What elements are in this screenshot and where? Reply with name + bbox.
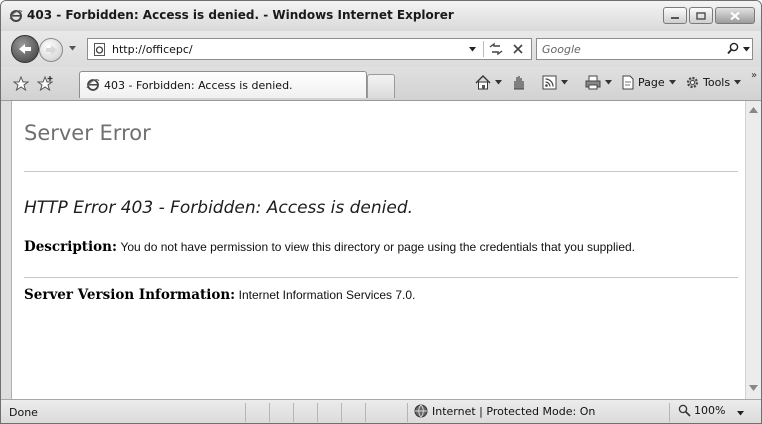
- status-separator: [669, 403, 670, 422]
- scroll-down-icon[interactable]: [749, 385, 758, 391]
- tab-row: 403 - Forbidden: Access is denied. Page …: [1, 67, 761, 101]
- vertical-scrollbar[interactable]: [745, 101, 761, 399]
- status-separator: [341, 403, 342, 422]
- tools-menu-button[interactable]: Tools: [685, 75, 742, 90]
- window-title: 403 - Forbidden: Access is denied. - Win…: [27, 8, 454, 22]
- description-text: You do not have permission to view this …: [120, 240, 635, 254]
- version-text: Internet Information Services 7.0.: [238, 288, 416, 302]
- globe-icon: [414, 404, 428, 418]
- zoom-control[interactable]: 100%: [678, 404, 725, 417]
- address-row: [1, 31, 761, 67]
- minimize-button[interactable]: [663, 7, 687, 24]
- status-separator: [317, 403, 318, 422]
- error-title: HTTP Error 403 - Forbidden: Access is de…: [24, 198, 414, 218]
- page-icon: [94, 43, 105, 56]
- tab-label: 403 - Forbidden: Access is denied.: [104, 79, 293, 92]
- home-icon: [475, 75, 491, 90]
- recent-pages-dropdown-icon[interactable]: [69, 46, 76, 51]
- refresh-icon[interactable]: [488, 42, 504, 56]
- version-label: Server Version Information:: [24, 287, 236, 303]
- print-icon: [585, 75, 601, 90]
- description-label: Description:: [24, 239, 117, 255]
- caption-buttons: [663, 7, 755, 24]
- page-content: Server Error HTTP Error 403 - Forbidden:…: [12, 101, 744, 399]
- address-input[interactable]: [112, 41, 452, 57]
- ie-logo-icon: [9, 10, 23, 22]
- security-zone-label: Internet | Protected Mode: On: [432, 404, 596, 418]
- feeds-dropdown-icon[interactable]: [561, 80, 568, 85]
- divider: [24, 171, 738, 172]
- more-commands-chevron[interactable]: »: [751, 70, 757, 81]
- magnifier-icon: [678, 404, 691, 417]
- tab-current[interactable]: 403 - Forbidden: Access is denied.: [79, 71, 367, 98]
- maximize-button[interactable]: [689, 7, 713, 24]
- feeds-icon: [542, 75, 557, 90]
- scroll-up-icon[interactable]: [749, 107, 758, 113]
- browser-window: 403 - Forbidden: Access is denied. - Win…: [0, 0, 762, 424]
- version-line: Server Version Information: Internet Inf…: [24, 287, 415, 303]
- stop-icon[interactable]: [512, 43, 524, 55]
- back-button[interactable]: [11, 35, 39, 63]
- tools-menu-label: Tools: [703, 76, 731, 89]
- home-dropdown-icon[interactable]: [495, 80, 502, 85]
- security-zone[interactable]: Internet | Protected Mode: On: [414, 404, 595, 418]
- add-favorites-icon[interactable]: [37, 76, 54, 91]
- status-separator: [293, 403, 294, 422]
- status-separator: [407, 403, 408, 422]
- close-button[interactable]: [715, 7, 755, 24]
- address-dropdown-icon[interactable]: [469, 47, 476, 52]
- divider: [24, 277, 738, 278]
- new-tab-button[interactable]: [367, 74, 395, 98]
- search-box[interactable]: [536, 38, 753, 60]
- search-icon[interactable]: [727, 42, 739, 55]
- page-icon: [622, 75, 634, 90]
- description-line: Description: You do not have permission …: [24, 239, 635, 255]
- page-dropdown-icon: [668, 80, 676, 85]
- page-menu-button[interactable]: Page: [621, 75, 676, 90]
- feeds-button[interactable]: [542, 75, 568, 90]
- search-input[interactable]: [542, 41, 712, 57]
- ie-page-icon: [86, 79, 100, 91]
- zoom-dropdown-icon[interactable]: [737, 411, 744, 416]
- forward-button[interactable]: [39, 38, 63, 62]
- address-separator: [483, 41, 484, 57]
- minimize-icon: [671, 16, 679, 19]
- tools-dropdown-icon: [734, 80, 742, 85]
- research-hand-icon: [514, 76, 524, 90]
- address-bar[interactable]: [87, 38, 532, 60]
- home-button[interactable]: [475, 75, 502, 90]
- title-bar: 403 - Forbidden: Access is denied. - Win…: [1, 1, 761, 31]
- page-menu-label: Page: [638, 76, 665, 89]
- left-frame: [1, 101, 11, 399]
- print-dropdown-icon[interactable]: [605, 80, 612, 85]
- research-button[interactable]: [511, 75, 527, 90]
- forward-arrow-icon: [46, 45, 57, 55]
- status-separator: [269, 403, 270, 422]
- search-dropdown-icon[interactable]: [743, 47, 750, 52]
- status-text: Done: [9, 406, 38, 419]
- gear-icon: [686, 76, 699, 89]
- close-icon: [730, 11, 740, 20]
- status-separator: [365, 403, 366, 422]
- server-error-heading: Server Error: [24, 121, 151, 145]
- print-button[interactable]: [585, 75, 612, 90]
- status-separator: [245, 403, 246, 422]
- page-viewport: Server Error HTTP Error 403 - Forbidden:…: [11, 101, 761, 399]
- favorites-star-icon[interactable]: [13, 76, 29, 91]
- back-arrow-icon: [19, 44, 31, 54]
- status-bar: Done Internet | Protected Mode: On 100%: [1, 399, 761, 423]
- maximize-icon: [696, 11, 706, 20]
- zoom-level: 100%: [694, 404, 726, 417]
